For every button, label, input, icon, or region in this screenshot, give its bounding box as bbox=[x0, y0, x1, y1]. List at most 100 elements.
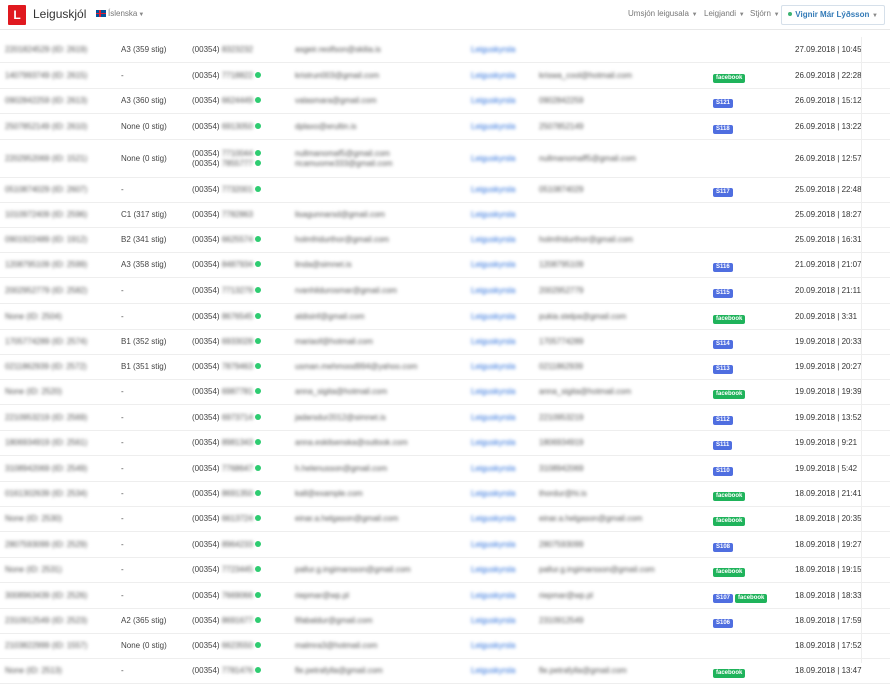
email-cell: kristrun003@gmail.com bbox=[295, 71, 380, 80]
report-link[interactable]: Leiguskyrsla bbox=[471, 71, 515, 80]
credit-score-cell: A3 (360 stig) bbox=[121, 96, 167, 105]
phone-prefix: (00354) bbox=[192, 616, 220, 625]
chevron-down-icon: ▼ bbox=[737, 12, 745, 18]
date-cell: 19.09.2018 | 20:33 bbox=[795, 337, 862, 346]
applications-table: 2201824529 (ID: 2619) A3 (359 stig) (00354… bbox=[0, 37, 890, 684]
phone-prefix: (00354) bbox=[192, 235, 220, 244]
table-row: None (ID: 2530) - (00354) 6613724 einar.a.h… bbox=[0, 507, 890, 532]
report-link[interactable]: Leiguskyrsla bbox=[471, 286, 515, 295]
phone-number: 8487934 bbox=[221, 260, 253, 269]
facebook-badge: facebook bbox=[713, 74, 746, 83]
email-cell: mariaof@hotmail.com bbox=[295, 337, 373, 346]
facebook-badge: facebook bbox=[713, 315, 746, 324]
report-link[interactable]: Leiguskyrsla bbox=[471, 387, 515, 396]
menu-label: Umsjón leigusala bbox=[628, 9, 689, 18]
brand-title[interactable]: Leiguskjól bbox=[33, 7, 86, 21]
report-link[interactable]: Leiguskyrsla bbox=[471, 666, 515, 675]
user-menu-button[interactable]: Vignir Már Lýðsson ▼ bbox=[781, 5, 885, 25]
phone-cell: (00354) 6973714 bbox=[192, 413, 261, 422]
email-cell: linda@simnet.is bbox=[295, 260, 352, 269]
verified-check-icon bbox=[254, 123, 261, 129]
report-link[interactable]: Leiguskyrsla bbox=[471, 438, 515, 447]
table-row: 2310912549 (ID: 2523) A2 (365 stig) (00354… bbox=[0, 609, 890, 634]
report-link[interactable]: Leiguskyrsla bbox=[471, 413, 515, 422]
facebook-badge: facebook bbox=[713, 669, 746, 678]
date-cell: 18.09.2018 | 20:35 bbox=[795, 514, 862, 523]
report-link[interactable]: Leiguskyrsla bbox=[471, 565, 515, 574]
kennitala-cell: 0211862939 (ID: 2572) bbox=[5, 362, 87, 371]
login-id-cell: nullmanomaff5@gmail.com bbox=[539, 154, 636, 163]
verified-check-icon bbox=[254, 160, 261, 166]
phone-number: 8691350 bbox=[221, 489, 253, 498]
date-cell: 25.09.2018 | 18:27 bbox=[795, 210, 862, 219]
email-cell: fifabaldur@gmail.com bbox=[295, 616, 373, 625]
email-cell: rvanhildurosmar@gmail.com bbox=[295, 286, 397, 295]
credit-score-cell: None (0 stig) bbox=[121, 641, 167, 650]
email-cell: anna_sigita@hotmail.com bbox=[295, 387, 388, 396]
menu-tenant[interactable]: Leigjandi ▼ bbox=[704, 9, 745, 18]
login-id-cell: 2507852149 bbox=[539, 122, 584, 131]
report-link[interactable]: Leiguskyrsla bbox=[471, 185, 515, 194]
phone-cell: (00354) 8691350 bbox=[192, 489, 261, 498]
badges-cell: S116 bbox=[713, 261, 735, 272]
login-id-cell: 1806934919 bbox=[539, 438, 584, 447]
date-cell: 18.09.2018 | 19:27 bbox=[795, 540, 862, 549]
credit-score-cell: - bbox=[121, 312, 124, 321]
report-link[interactable]: Leiguskyrsla bbox=[471, 96, 515, 105]
report-link[interactable]: Leiguskyrsla bbox=[471, 616, 515, 625]
table-row: 3108942069 (ID: 2549) - (00354) 7768647 h.h… bbox=[0, 456, 890, 482]
phone-prefix: (00354) bbox=[192, 286, 220, 295]
badges-cell: S110 bbox=[713, 465, 735, 476]
report-link[interactable]: Leiguskyrsla bbox=[471, 312, 515, 321]
report-link[interactable]: Leiguskyrsla bbox=[471, 540, 515, 549]
credit-score-cell: B1 (352 stig) bbox=[121, 337, 167, 346]
chevron-down-icon: ▼ bbox=[138, 12, 145, 18]
kennitala-cell: 2202952069 (ID: 1521) bbox=[5, 154, 88, 163]
phone-number: 7781476 bbox=[221, 666, 253, 675]
phone-prefix: (00354) bbox=[192, 464, 220, 473]
credit-score-cell: - bbox=[121, 565, 124, 574]
verified-check-icon bbox=[254, 388, 261, 394]
phone-cell: (00354) 7723445 bbox=[192, 565, 261, 574]
date-cell: 19.09.2018 | 5:42 bbox=[795, 464, 858, 473]
phone-number: 7723445 bbox=[221, 565, 253, 574]
contract-badge: S117 bbox=[713, 188, 733, 197]
report-link[interactable]: Leiguskyrsla bbox=[471, 260, 515, 269]
table-divider bbox=[861, 37, 862, 663]
table-row: 0902842259 (ID: 2613) A3 (360 stig) (00354… bbox=[0, 89, 890, 114]
phone-number: 8323232 bbox=[221, 45, 253, 54]
verified-check-icon bbox=[254, 566, 261, 572]
phone-prefix: (00354) bbox=[192, 489, 220, 498]
report-link[interactable]: Leiguskyrsla bbox=[471, 235, 515, 244]
email-cell: usman.mehmood994@yahoo.com bbox=[295, 362, 418, 371]
kennitala-cell: 0510874029 (ID: 2607) bbox=[5, 185, 88, 194]
verified-check-icon bbox=[254, 72, 261, 78]
report-link[interactable]: Leiguskyrsla bbox=[471, 464, 515, 473]
credit-score-cell: - bbox=[121, 185, 124, 194]
report-link[interactable]: Leiguskyrsla bbox=[471, 337, 515, 346]
table-row: 1705774289 (ID: 2574) B1 (352 stig) (00354… bbox=[0, 330, 890, 355]
report-link[interactable]: Leiguskyrsla bbox=[471, 122, 515, 131]
report-link[interactable]: Leiguskyrsla bbox=[471, 591, 515, 600]
credit-score-cell: - bbox=[121, 514, 124, 523]
date-cell: 18.09.2018 | 21:41 bbox=[795, 489, 862, 498]
report-link[interactable]: Leiguskyrsla bbox=[471, 362, 515, 371]
phone-number: 6933028 bbox=[221, 337, 253, 346]
login-id-cell: anna_sigita@hotmail.com bbox=[539, 387, 632, 396]
report-link[interactable]: Leiguskyrsla bbox=[471, 210, 515, 219]
kennitala-cell: 1806934919 (ID: 2561) bbox=[5, 438, 88, 447]
menu-landlord-admin[interactable]: Umsjón leigusala ▼ bbox=[628, 9, 698, 18]
contract-badge: S116 bbox=[713, 263, 733, 272]
app-logo[interactable]: L bbox=[8, 5, 26, 25]
credit-score-cell: - bbox=[121, 286, 124, 295]
kennitala-cell: 1208795109 (ID: 2599) bbox=[5, 260, 88, 269]
report-link[interactable]: Leiguskyrsla bbox=[471, 514, 515, 523]
report-link[interactable]: Leiguskyrsla bbox=[471, 641, 515, 650]
menu-admin[interactable]: Stjórn ▼ bbox=[750, 9, 780, 18]
verified-check-icon bbox=[254, 338, 261, 344]
report-link[interactable]: Leiguskyrsla bbox=[471, 489, 515, 498]
language-selector[interactable]: Íslenska▼ bbox=[96, 9, 144, 18]
menu-label: Leigjandi bbox=[704, 9, 737, 18]
report-link[interactable]: Leiguskyrsla bbox=[471, 45, 515, 54]
report-link[interactable]: Leiguskyrsla bbox=[471, 154, 515, 163]
